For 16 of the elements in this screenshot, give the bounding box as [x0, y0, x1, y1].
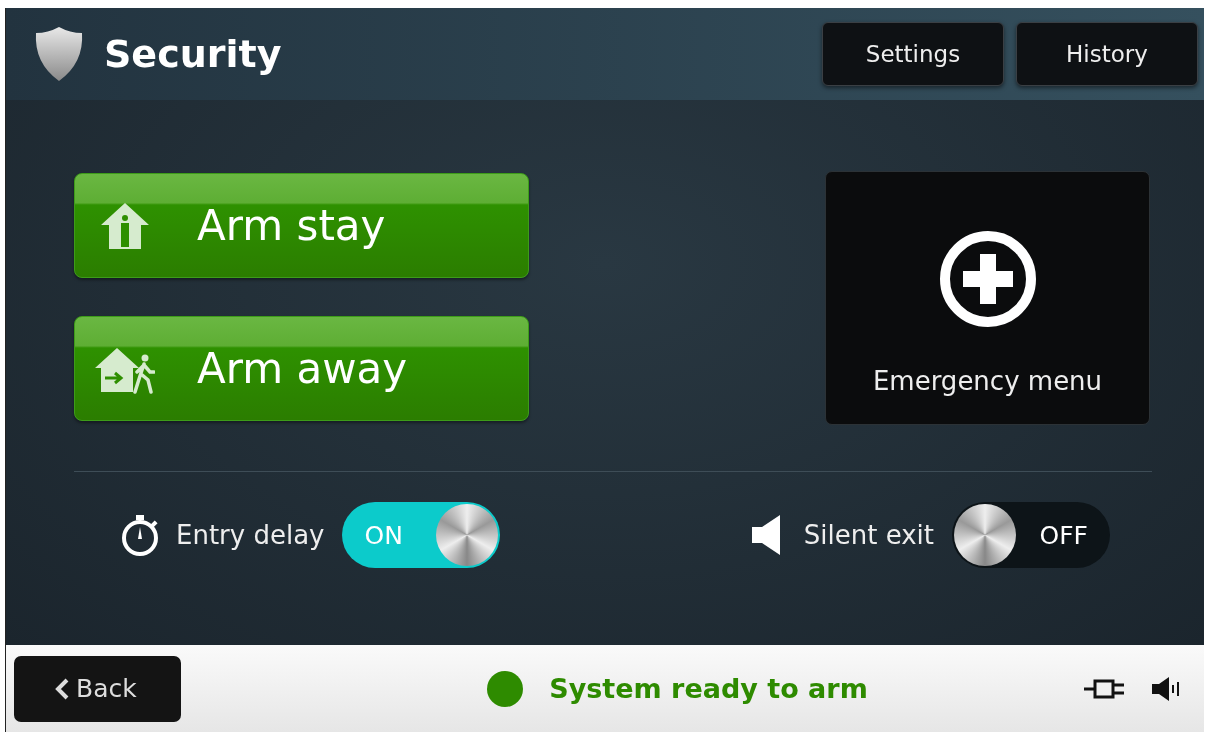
status-text: System ready to arm	[549, 673, 868, 704]
arm-button[interactable]: Arm stay	[74, 173, 529, 278]
shield-icon	[34, 27, 84, 81]
header-button[interactable]: History	[1016, 22, 1198, 86]
plus-circle-icon	[938, 229, 1037, 328]
page-title: Security	[104, 32, 283, 76]
toggle-label: Silent exit	[803, 520, 934, 550]
back-button[interactable]: Back	[14, 655, 181, 722]
chevron-left-icon	[54, 677, 70, 700]
header-button[interactable]: Settings	[822, 22, 1004, 86]
toggle-label: Entry delay	[176, 520, 325, 550]
speaker-icon	[1152, 675, 1182, 702]
emergency-menu-button[interactable]: Emergency menu	[825, 171, 1150, 425]
arm-button[interactable]: Arm away	[74, 316, 529, 421]
plug-icon	[1084, 677, 1124, 700]
toggle-switch[interactable]: OFF	[952, 502, 1110, 568]
